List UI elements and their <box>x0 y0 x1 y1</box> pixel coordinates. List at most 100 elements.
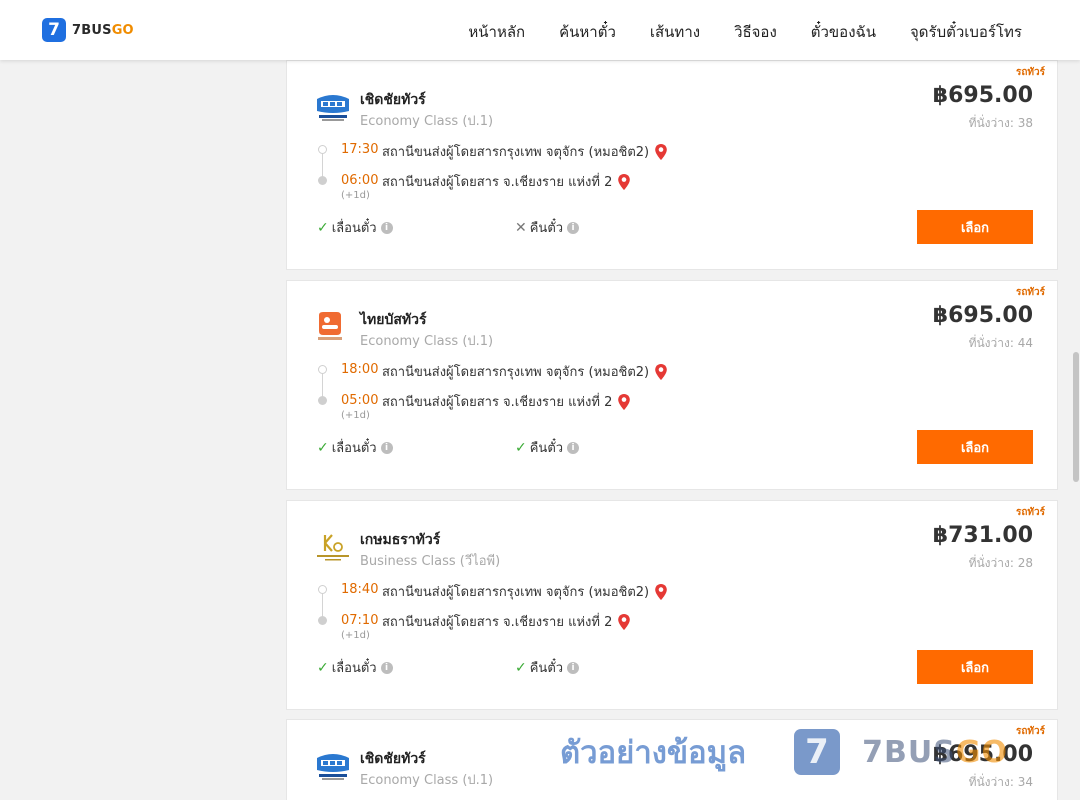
main-nav: หน้าหลัก ค้นหาตั๋ว เส้นทาง วิธีจอง ตั๋วข… <box>434 20 1022 44</box>
nav-how-to-book[interactable]: วิธีจอง <box>734 20 777 44</box>
depart-station: สถานีขนส่งผู้โดยสารกรุงเทพ จตุจักร (หมอช… <box>382 141 668 162</box>
depart-station-label: สถานีขนส่งผู้โดยสารกรุงเทพ จตุจักร (หมอช… <box>382 365 650 380</box>
arrive-station-label: สถานีขนส่งผู้โดยสาร จ.เชียงราย แห่งที่ 2 <box>382 395 613 410</box>
feature-refund-label: คืนตั๋ว <box>529 221 564 236</box>
depart-time: 18:00 <box>341 362 379 377</box>
logo-text-bus: 7BUS <box>72 22 112 38</box>
operator-name: ไทยบัสทัวร์ <box>360 312 427 328</box>
feature-refund-label: คืนตั๋ว <box>529 441 564 456</box>
info-icon[interactable]: i <box>380 661 393 674</box>
next-day-badge: (+1d) <box>341 190 370 201</box>
info-icon[interactable]: i <box>567 661 580 674</box>
arrive-time: 05:00 <box>341 393 379 408</box>
map-pin-icon[interactable] <box>617 393 631 411</box>
close-icon: ✕ <box>515 219 527 236</box>
bus-class: Economy Class (ป.1) <box>360 334 494 349</box>
arrive-time: 06:00 <box>341 173 379 188</box>
bus-class: Economy Class (ป.1) <box>360 773 494 788</box>
nav-routes[interactable]: เส้นทาง <box>650 20 700 44</box>
timeline-depart-dot <box>318 585 327 594</box>
next-day-badge: (+1d) <box>341 630 370 641</box>
seats-available: ที่นั่งว่าง: 28 <box>968 556 1033 570</box>
operator-name: เชิดชัยทัวร์ <box>360 92 426 108</box>
ticket-price: ฿731.00 <box>932 523 1033 548</box>
feature-refund: ✕ คืนตั๋ว i <box>515 217 580 238</box>
nav-search-ticket[interactable]: ค้นหาตั๋ว <box>559 20 616 44</box>
check-icon: ✓ <box>317 439 329 456</box>
map-pin-icon[interactable] <box>617 173 631 191</box>
seats-available: ที่นั่งว่าง: 34 <box>968 775 1033 789</box>
nav-my-tickets[interactable]: ตั๋วของฉัน <box>811 20 876 44</box>
nav-home[interactable]: หน้าหลัก <box>468 20 525 44</box>
check-icon: ✓ <box>515 659 527 676</box>
trip-card: รถทัวร์ เชิดชัยทัวร์ Economy Class (ป.1)… <box>286 60 1058 270</box>
feature-refund: ✓ คืนตั๋ว i <box>515 437 580 458</box>
depart-station: สถานีขนส่งผู้โดยสารกรุงเทพ จตุจักร (หมอช… <box>382 361 668 382</box>
bus-class: Economy Class (ป.1) <box>360 114 494 129</box>
vehicle-type-tag: รถทัวร์ <box>1015 67 1045 78</box>
seats-available: ที่นั่งว่าง: 38 <box>968 116 1033 130</box>
arrive-station-label: สถานีขนส่งผู้โดยสาร จ.เชียงราย แห่งที่ 2 <box>382 615 613 630</box>
ticket-price: ฿695.00 <box>932 742 1033 767</box>
nav-ticket-pickup[interactable]: จุดรับตั๋วเบอร์โทร <box>910 20 1022 44</box>
arrive-station: สถานีขนส่งผู้โดยสาร จ.เชียงราย แห่งที่ 2 <box>382 171 631 192</box>
depart-time: 18:40 <box>341 582 379 597</box>
depart-time: 17:30 <box>341 142 379 157</box>
arrive-station-label: สถานีขนส่งผู้โดยสาร จ.เชียงราย แห่งที่ 2 <box>382 175 613 190</box>
depart-station: สถานีขนส่งผู้โดยสารกรุงเทพ จตุจักร (หมอช… <box>382 581 668 602</box>
page-scrollbar[interactable] <box>1072 60 1080 800</box>
scrollbar-thumb[interactable] <box>1073 352 1079 482</box>
cherdchai-bus-icon <box>317 95 349 121</box>
logo-text: 7BUSGO <box>72 23 134 38</box>
logo-mark: 7 <box>42 18 66 42</box>
map-pin-icon[interactable] <box>654 583 668 601</box>
ticket-price: ฿695.00 <box>932 303 1033 328</box>
timeline-depart-dot <box>318 365 327 374</box>
info-icon[interactable]: i <box>380 441 393 454</box>
feature-reschedule-label: เลื่อนตั๋ว <box>331 441 377 456</box>
feature-reschedule-label: เลื่อนตั๋ว <box>331 221 377 236</box>
site-logo[interactable]: 7 7BUSGO <box>42 18 134 42</box>
feature-reschedule-label: เลื่อนตั๋ว <box>331 661 377 676</box>
timeline-arrive-dot <box>318 396 327 405</box>
ticket-price: ฿695.00 <box>932 83 1033 108</box>
map-pin-icon[interactable] <box>617 613 631 631</box>
map-pin-icon[interactable] <box>654 143 668 161</box>
timeline-arrive-dot <box>318 616 327 625</box>
feature-reschedule: ✓ เลื่อนตั๋ว i <box>317 217 393 238</box>
check-icon: ✓ <box>317 659 329 676</box>
arrive-time: 07:10 <box>341 613 379 628</box>
operator-name: เชิดชัยทัวร์ <box>360 751 426 767</box>
seats-available: ที่นั่งว่าง: 44 <box>968 336 1033 350</box>
info-icon[interactable]: i <box>380 221 393 234</box>
depart-station-label: สถานีขนส่งผู้โดยสารกรุงเทพ จตุจักร (หมอช… <box>382 585 650 600</box>
vehicle-type-tag: รถทัวร์ <box>1015 287 1045 298</box>
timeline-depart-dot <box>318 145 327 154</box>
arrive-station: สถานีขนส่งผู้โดยสาร จ.เชียงราย แห่งที่ 2 <box>382 611 631 632</box>
logo-text-go: GO <box>111 22 134 38</box>
info-icon[interactable]: i <box>567 441 580 454</box>
feature-refund: ✓ คืนตั๋ว i <box>515 657 580 678</box>
vehicle-type-tag: รถทัวร์ <box>1015 726 1045 737</box>
info-icon[interactable]: i <box>567 221 580 234</box>
cherdchai-bus-icon <box>317 754 349 780</box>
operator-name: เกษมธราทัวร์ <box>360 532 441 548</box>
select-button[interactable]: เลือก <box>917 650 1033 684</box>
thai-bus-icon <box>318 312 342 340</box>
feature-refund-label: คืนตั๋ว <box>529 661 564 676</box>
map-pin-icon[interactable] <box>654 363 668 381</box>
trip-card: รถทัวร์ เชิดชัยทัวร์ Economy Class (ป.1)… <box>286 719 1058 800</box>
feature-reschedule: ✓ เลื่อนตั๋ว i <box>317 437 393 458</box>
select-button[interactable]: เลือก <box>917 430 1033 464</box>
check-icon: ✓ <box>515 439 527 456</box>
timeline-arrive-dot <box>318 176 327 185</box>
arrive-station: สถานีขนส่งผู้โดยสาร จ.เชียงราย แห่งที่ 2 <box>382 391 631 412</box>
trip-card: รถทัวร์ ไทยบัสทัวร์ Economy Class (ป.1) … <box>286 280 1058 490</box>
next-day-badge: (+1d) <box>341 410 370 421</box>
select-button[interactable]: เลือก <box>917 210 1033 244</box>
depart-station-label: สถานีขนส่งผู้โดยสารกรุงเทพ จตุจักร (หมอช… <box>382 145 650 160</box>
check-icon: ✓ <box>317 219 329 236</box>
top-header: 7 7BUSGO หน้าหลัก ค้นหาตั๋ว เส้นทาง วิธี… <box>0 0 1080 60</box>
vehicle-type-tag: รถทัวร์ <box>1015 507 1045 518</box>
feature-reschedule: ✓ เลื่อนตั๋ว i <box>317 657 393 678</box>
